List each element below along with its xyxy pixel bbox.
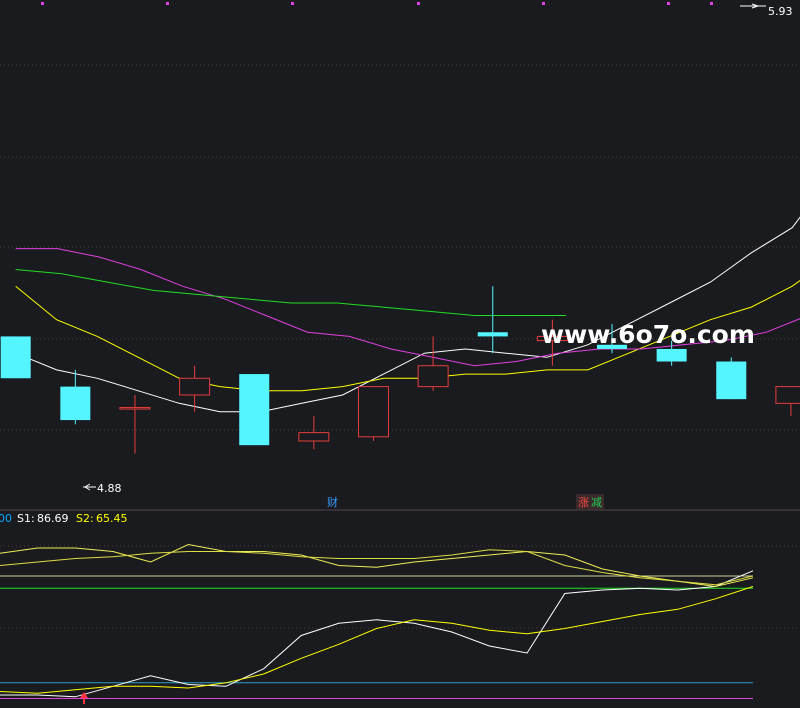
top-tick [291, 2, 294, 5]
watermark: www.6o7o.com [541, 320, 755, 349]
candle-body [716, 361, 747, 400]
candlesticks [0, 286, 800, 454]
top-tick [542, 2, 545, 5]
candle-body [656, 348, 687, 362]
candle [716, 357, 747, 400]
candle [0, 336, 31, 379]
candle-body [239, 374, 270, 446]
low-annotation: 4.88 [83, 482, 122, 495]
low-price-label: 4.88 [97, 482, 122, 495]
top-tick [41, 2, 44, 5]
high-price-label: 5.93 [768, 5, 793, 18]
top-tick-marks [41, 2, 713, 5]
candle-body [119, 407, 151, 410]
ma-line-white [15, 216, 800, 413]
candle [119, 394, 151, 454]
indicator-line-s2 [0, 586, 754, 694]
candle [60, 369, 91, 425]
cut-badge[interactable]: 减 [591, 496, 602, 509]
top-tick [166, 2, 169, 5]
candle-body [417, 365, 449, 388]
candle-body [0, 336, 31, 379]
candle [357, 386, 389, 441]
indicator-line-s1 [0, 570, 754, 698]
rise-badge[interactable]: 涨 [578, 496, 589, 509]
indicator-band-upper [0, 543, 754, 588]
candle-body [179, 377, 211, 396]
candle-body [357, 386, 389, 438]
chart-canvas: 5.93 4.88 财 涨 减 www.6o7o.com 00 S1: 86.6… [0, 2, 800, 704]
candle [417, 336, 449, 391]
candle [477, 286, 508, 354]
s2-value: 65.45 [96, 512, 128, 525]
indicator-prefix: 00 [0, 512, 12, 525]
price-grid [0, 64, 800, 431]
moving-average-lines [15, 216, 800, 413]
high-annotation: 5.93 [740, 3, 793, 18]
candle [775, 386, 800, 416]
indicator-lines [0, 543, 754, 698]
candle-body [298, 432, 330, 442]
candle [239, 374, 270, 446]
candle [298, 415, 330, 450]
candle-body [775, 386, 800, 404]
finance-badge[interactable]: 财 [327, 495, 338, 509]
top-tick [417, 2, 420, 5]
candle-body [477, 332, 508, 337]
candle-body [60, 386, 91, 421]
indicator-header: 00 S1: 86.69 S2: 65.45 [0, 512, 128, 525]
ma-line-green [15, 269, 567, 316]
s1-label: S1: [17, 512, 35, 525]
top-tick [667, 2, 670, 5]
s2-label: S2: [76, 512, 94, 525]
top-tick [710, 2, 713, 5]
s1-value: 86.69 [37, 512, 69, 525]
